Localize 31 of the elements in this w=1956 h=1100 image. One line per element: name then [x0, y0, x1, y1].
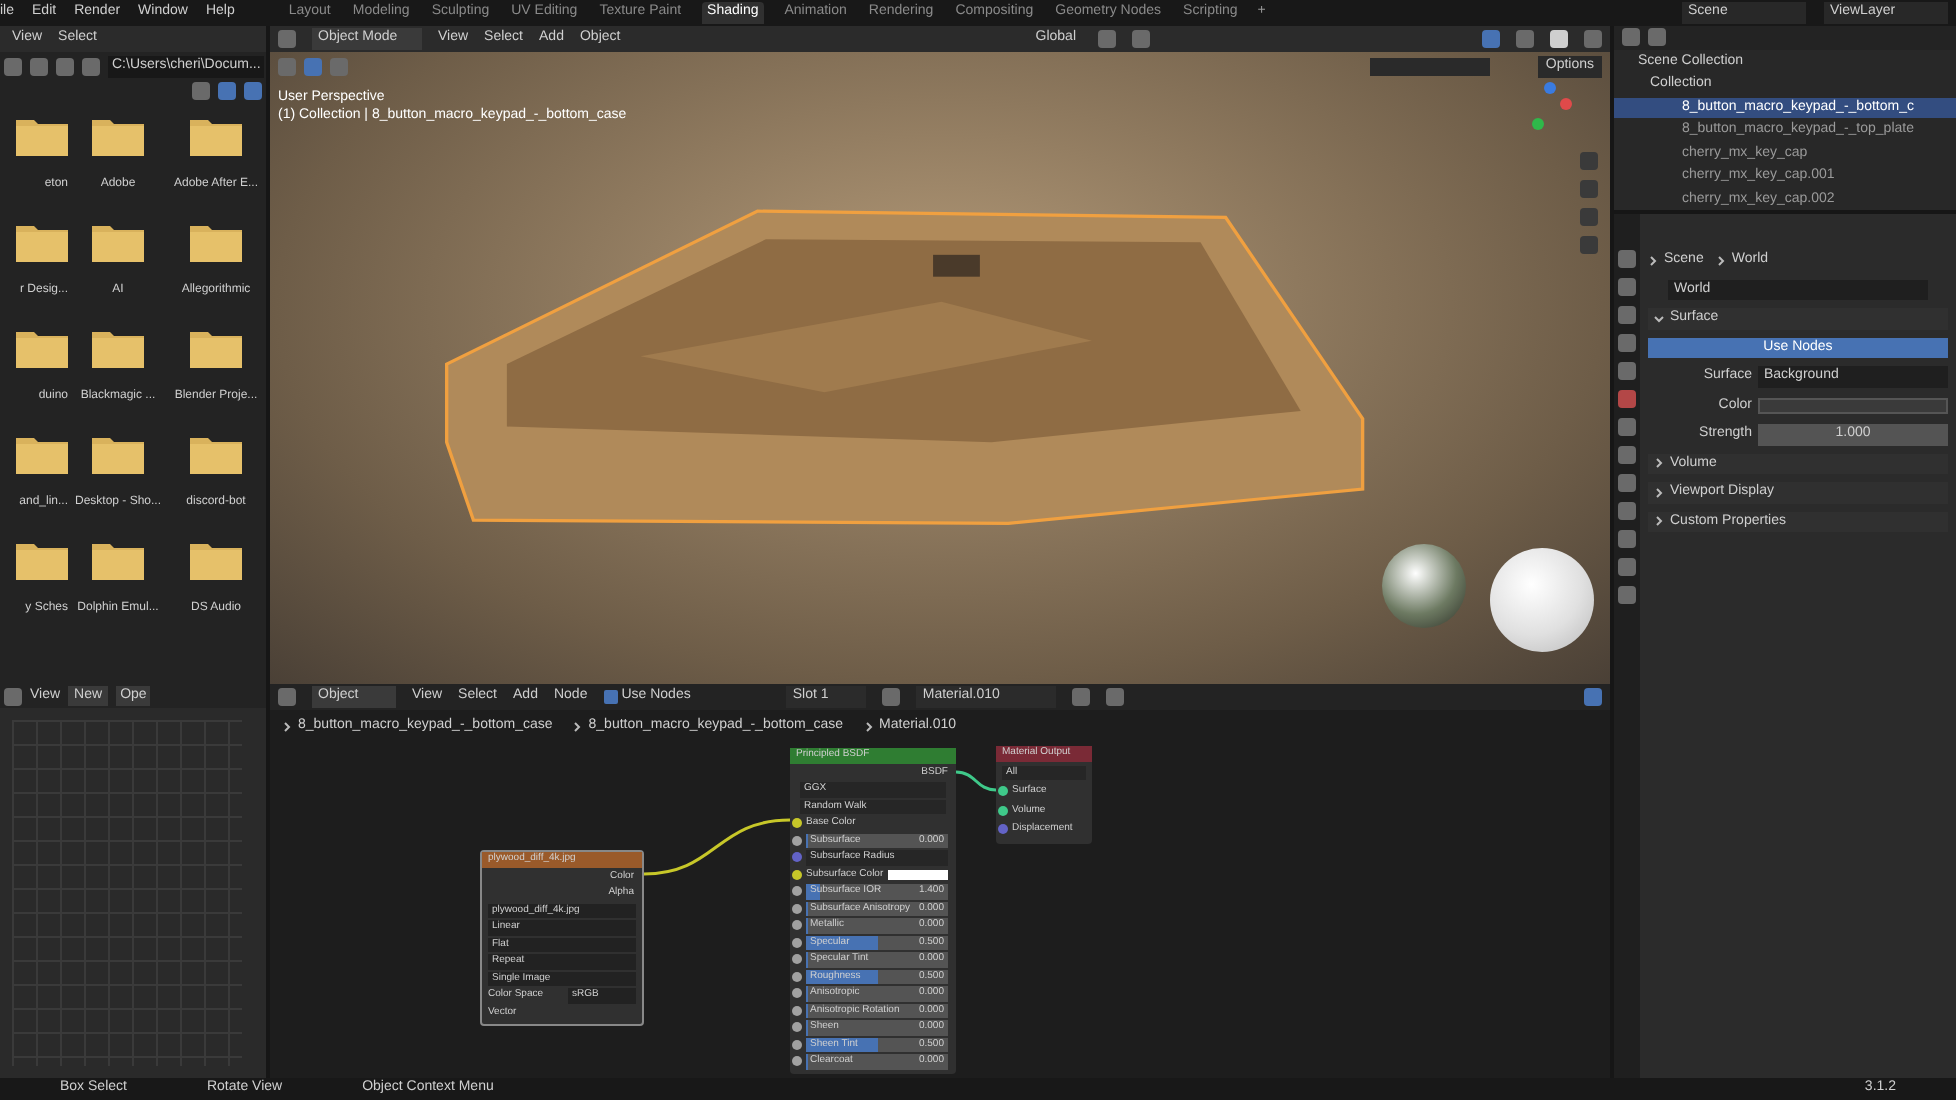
folder-icon: [16, 433, 68, 473]
folder-icon: [92, 433, 144, 473]
chevron-right-icon: [1654, 487, 1664, 498]
folder-icon: [92, 115, 144, 155]
node-link: [956, 768, 996, 794]
search-field[interactable]: [1369, 57, 1490, 76]
principled-bsdf-node[interactable]: [790, 748, 956, 1073]
folder-icon: [190, 115, 242, 155]
chevron-down-icon: [1654, 313, 1664, 324]
folder-icon: [190, 433, 242, 473]
axis-gizmo-icon[interactable]: [1526, 80, 1574, 132]
chevron-right-icon: [1654, 458, 1664, 469]
folder-icon: [190, 221, 242, 261]
folder-icon: [16, 327, 68, 367]
folder-icon: [16, 115, 68, 155]
chevron-right-icon: [1654, 516, 1664, 527]
folder-icon: [16, 539, 68, 579]
folder-icon: [92, 539, 144, 579]
folder-icon: [190, 327, 242, 367]
chevron-right-icon: [572, 721, 583, 731]
chevron-right-icon: [863, 721, 874, 731]
color-field[interactable]: [1758, 397, 1948, 414]
folder-icon: [16, 221, 68, 261]
use-nodes-checkbox[interactable]: [603, 690, 618, 704]
folder-icon: [92, 221, 144, 261]
chevron-right-icon: [1648, 255, 1658, 266]
folder-icon: [92, 327, 144, 367]
chevron-right-icon: [282, 721, 292, 731]
color-swatch[interactable]: [887, 869, 948, 880]
chevron-right-icon: [1715, 255, 1726, 266]
folder-icon: [190, 539, 242, 579]
